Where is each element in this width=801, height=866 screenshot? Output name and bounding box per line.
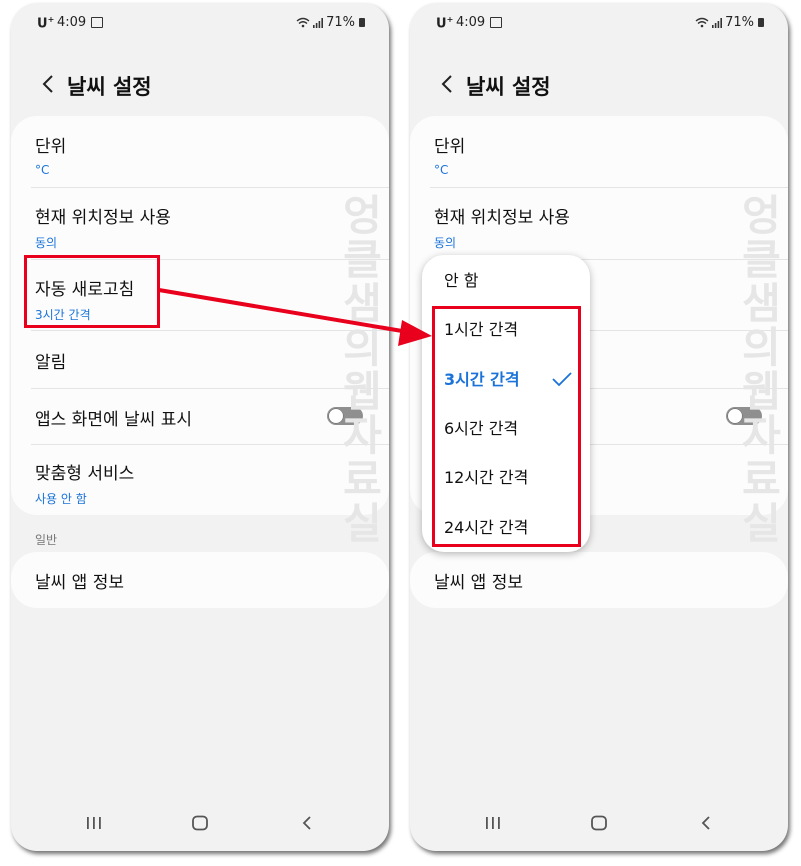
arrow-annotation [158,288,432,346]
